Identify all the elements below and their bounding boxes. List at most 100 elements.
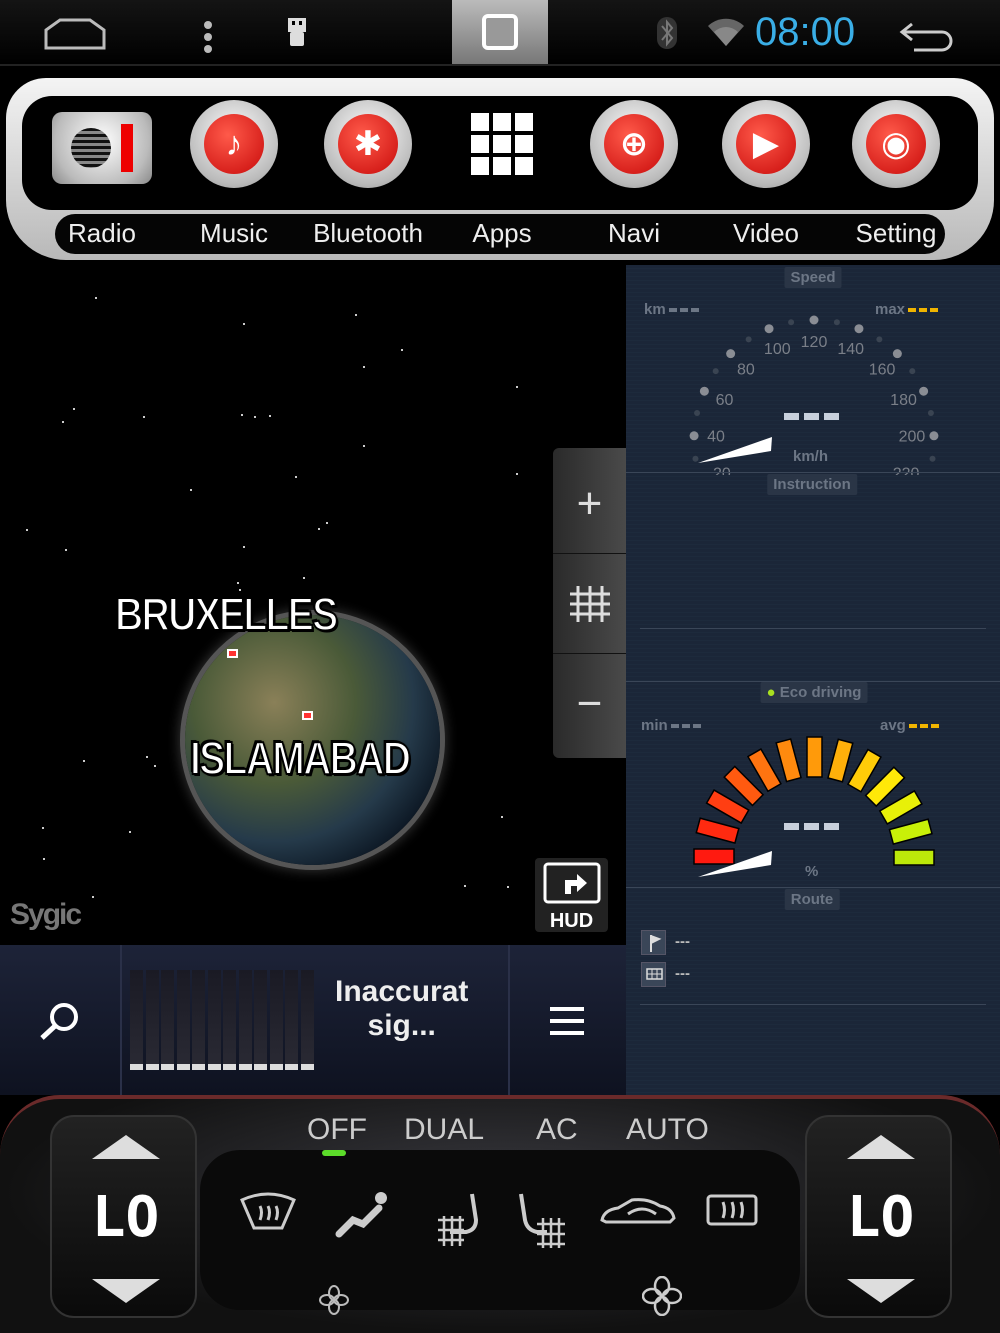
climate-auto-button[interactable]: AUTO bbox=[626, 1113, 709, 1147]
eco-value-dash bbox=[824, 823, 839, 830]
map-view-toggle-button[interactable] bbox=[553, 554, 626, 654]
app-setting-button[interactable]: ◉ bbox=[852, 100, 940, 188]
divider bbox=[640, 1004, 986, 1005]
climate-dual-button[interactable]: DUAL bbox=[404, 1113, 484, 1147]
temp-up-left-button[interactable] bbox=[92, 1135, 160, 1159]
star bbox=[516, 386, 519, 389]
speed-tick-dot bbox=[854, 324, 864, 334]
speed-tick-label: 40 bbox=[707, 429, 725, 446]
eco-segment bbox=[893, 849, 935, 866]
signal-bar bbox=[161, 970, 174, 1070]
app-video-button[interactable]: ▶ bbox=[722, 100, 810, 188]
speed-tick-label: 80 bbox=[737, 362, 755, 379]
airflow-face-icon[interactable] bbox=[335, 1190, 391, 1250]
star bbox=[43, 857, 45, 860]
temp-up-right-button[interactable] bbox=[847, 1135, 915, 1159]
eco-segment bbox=[806, 736, 823, 778]
gps-signal-bars bbox=[130, 970, 320, 1070]
back-icon[interactable] bbox=[898, 20, 956, 52]
speed-tick-label: 120 bbox=[801, 334, 828, 351]
divider bbox=[626, 472, 1000, 473]
map-view[interactable]: BRUXELLES ISLAMABAD Sygic bbox=[0, 265, 626, 945]
app-music-button[interactable]: ♪ bbox=[190, 100, 278, 188]
temp-down-right-button[interactable] bbox=[847, 1279, 915, 1303]
star bbox=[240, 413, 243, 416]
city-label-bruxelles: BRUXELLES bbox=[114, 587, 339, 641]
speed-minor-dot bbox=[909, 368, 916, 375]
star bbox=[302, 576, 305, 579]
speed-tick-dot bbox=[689, 431, 699, 441]
hud-button[interactable]: HUD bbox=[535, 858, 608, 932]
menu-button[interactable] bbox=[508, 945, 626, 1095]
fan-high-icon[interactable] bbox=[641, 1275, 683, 1326]
city-label-islamabad: ISLAMABAD bbox=[189, 731, 412, 785]
speed-minor-dot bbox=[788, 319, 795, 326]
temp-down-left-button[interactable] bbox=[92, 1279, 160, 1303]
right-temperature-control: LO bbox=[805, 1115, 952, 1318]
zoom-out-button[interactable]: − bbox=[553, 654, 626, 754]
fan-low-icon[interactable] bbox=[319, 1280, 349, 1325]
signal-bar bbox=[207, 970, 221, 1070]
finish-flag-icon bbox=[641, 962, 666, 987]
eco-section-title: ● Eco driving bbox=[760, 682, 868, 703]
play-icon: ▶ bbox=[736, 114, 796, 174]
signal-bar bbox=[254, 970, 267, 1070]
signal-bar bbox=[192, 970, 205, 1070]
speed-minor-dot bbox=[745, 336, 752, 343]
front-defrost-icon[interactable] bbox=[238, 1190, 298, 1244]
star bbox=[92, 895, 94, 898]
city-marker[interactable] bbox=[227, 649, 238, 658]
rear-defrost-icon[interactable] bbox=[705, 1190, 759, 1240]
air-recirculation-icon[interactable] bbox=[598, 1190, 678, 1244]
recent-apps-button[interactable] bbox=[452, 0, 548, 64]
gps-status-line1: Inaccurat bbox=[335, 975, 469, 1008]
speedometer-gauge: 20 40 6080 100 120 140 160 180 200 220 bbox=[689, 315, 939, 475]
star bbox=[128, 830, 131, 833]
sygic-logo: Sygic bbox=[10, 898, 82, 931]
star bbox=[236, 582, 239, 585]
speed-unit: km/h bbox=[793, 448, 829, 465]
star bbox=[295, 476, 298, 479]
eco-value-dash bbox=[804, 823, 819, 830]
star bbox=[65, 549, 68, 552]
app-label: Video bbox=[732, 218, 800, 248]
speed-tick-dot bbox=[726, 349, 736, 359]
route-time: --- bbox=[675, 965, 690, 982]
hamburger-menu-icon bbox=[550, 1007, 584, 1035]
speed-value-dash bbox=[784, 413, 799, 420]
app-bluetooth-button[interactable]: ✱ bbox=[324, 100, 412, 188]
zoom-controls: + − bbox=[553, 448, 626, 758]
bluetooth-icon: ✱ bbox=[338, 114, 398, 174]
eco-value-dash bbox=[784, 823, 799, 830]
zoom-in-button[interactable]: + bbox=[553, 454, 626, 554]
speed-tick-label: 60 bbox=[716, 392, 734, 409]
signal-bar bbox=[269, 970, 283, 1070]
home-icon[interactable] bbox=[44, 18, 106, 50]
speed-tick-dot bbox=[699, 386, 709, 396]
star bbox=[401, 349, 404, 352]
star bbox=[507, 885, 510, 888]
speed-tick-dot bbox=[892, 349, 902, 359]
climate-off-button[interactable]: OFF bbox=[307, 1113, 367, 1147]
eco-segment bbox=[888, 818, 933, 845]
search-button[interactable] bbox=[0, 945, 122, 1095]
star bbox=[42, 827, 45, 830]
seat-heat-right-icon[interactable] bbox=[515, 1190, 571, 1260]
signal-bar bbox=[223, 970, 236, 1070]
seat-heat-left-icon[interactable] bbox=[432, 1190, 488, 1260]
radio-icon bbox=[71, 124, 133, 172]
app-radio-button[interactable] bbox=[52, 112, 152, 184]
speed-tick-dot bbox=[809, 315, 819, 325]
app-apps-button[interactable] bbox=[458, 100, 546, 188]
left-temperature-control: LO bbox=[50, 1115, 197, 1318]
menu-dots-icon[interactable] bbox=[202, 20, 214, 54]
eco-segment bbox=[693, 848, 735, 865]
city-marker[interactable] bbox=[302, 711, 313, 720]
speed-minor-dot bbox=[927, 410, 934, 417]
star bbox=[25, 528, 28, 531]
destination-flag-icon bbox=[641, 930, 666, 955]
app-navi-button[interactable]: ⊕ bbox=[590, 100, 678, 188]
climate-ac-button[interactable]: AC bbox=[536, 1113, 578, 1147]
music-icon: ♪ bbox=[204, 114, 264, 174]
hud-label: HUD bbox=[549, 910, 594, 932]
